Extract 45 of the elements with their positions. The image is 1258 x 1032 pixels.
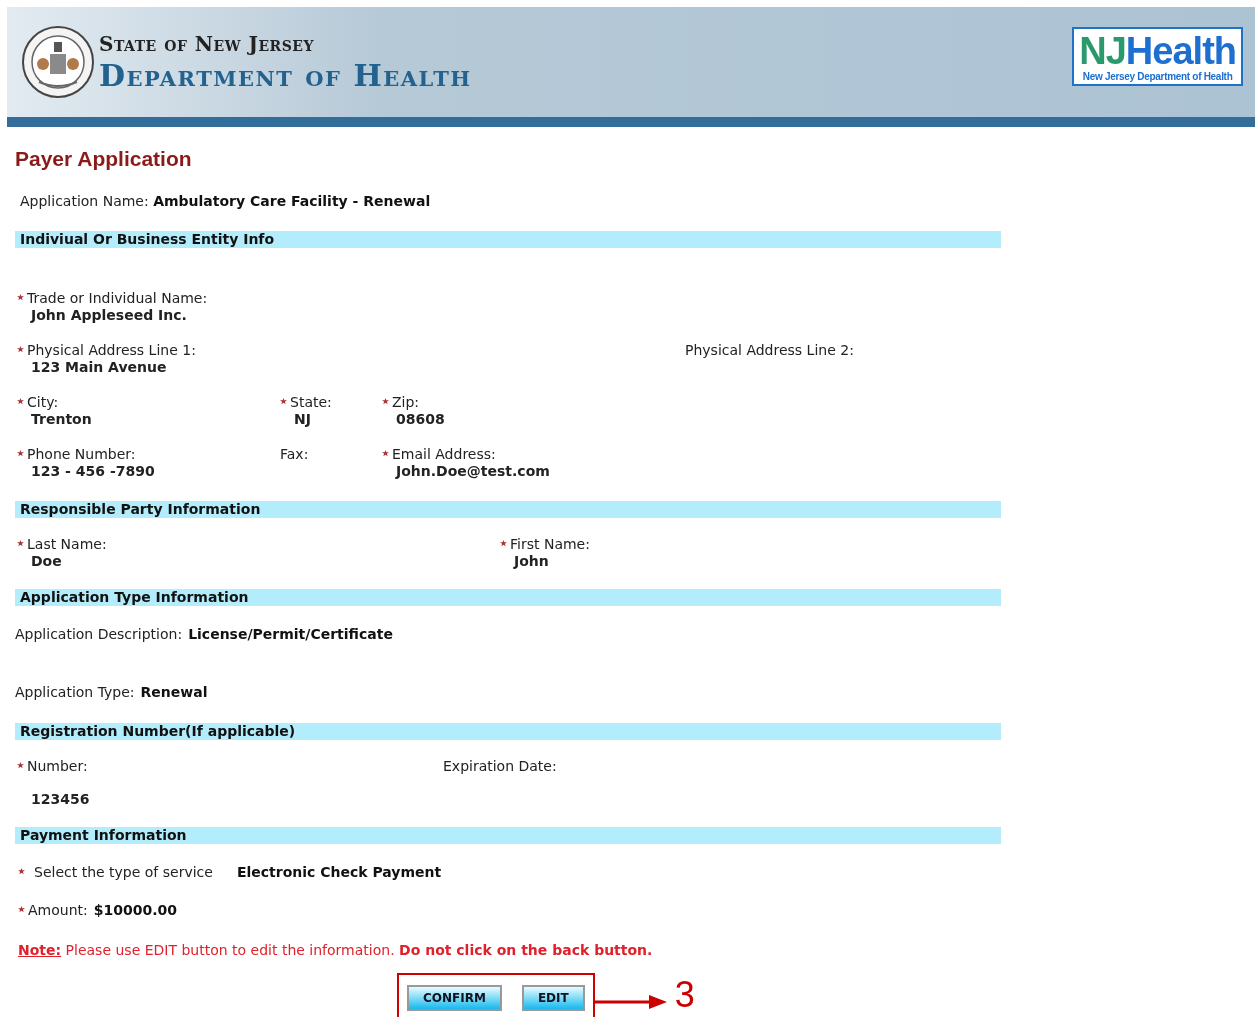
confirm-button[interactable]: CONFIRM [407,985,502,1011]
field-value: John.Doe@test.com [394,463,551,480]
field-value: John [512,553,550,570]
field-label: Physical Address Line 1: [27,342,196,358]
field-value: 123 Main Avenue [30,359,168,376]
edit-button[interactable]: EDIT [521,985,585,1011]
field-value: Doe [30,553,63,570]
field-value: Electronic Check Payment [236,864,442,881]
field-label: Phone Number: [27,446,136,462]
field-value: Renewal [140,684,208,701]
section-header: Indiviual Or Business Entity Info [15,231,1001,248]
field-value: NJ [293,411,312,428]
field-label: Trade or Individual Name: [27,290,208,306]
field-value: 123 - 456 -7890 [30,463,156,480]
step-number: 3 [674,977,695,1013]
field-label: Amount: [28,902,88,918]
field-label: Application Description: [15,626,183,642]
field-value: Trenton [30,411,93,428]
field-value: John Appleseed Inc. [29,307,188,324]
application-name: Application Name: Ambulatory Care Facility - Renewal [19,193,432,210]
field-label: Select the type of service [34,864,213,880]
field-label: State: [290,394,332,410]
field-label: Application Type: [15,684,135,700]
section-header: Application Type Information [15,589,1001,606]
field-value: 123456 [30,791,91,808]
section-header: Payment Information [15,827,1001,844]
page-title: Payer Application [15,147,193,171]
field-label: City: [27,394,59,410]
field-label: Email Address: [392,446,496,462]
field-label: Number: [27,758,88,774]
department-name: Department of Health [99,57,472,93]
note-text: Note: Please use EDIT button to edit the information. Do not click on the back button. [18,942,654,959]
field-label: Last Name: [27,536,107,552]
field-value: $10000.00 [93,902,177,919]
field-label: Zip: [392,394,420,410]
field-value: 08608 [395,411,446,428]
health-logo: NJHealth New Jersey Department of Health [1072,26,1243,86]
state-name: State of New Jersey [99,31,316,56]
field-label: Expiration Date: [443,758,557,774]
field-label: First Name: [510,536,590,552]
field-label: Fax: [280,446,309,462]
section-header: Responsible Party Information [15,501,1001,518]
field-label: Physical Address Line 2: [685,342,854,358]
section-header: Registration Number(If applicable) [15,723,1001,740]
field-value: License/Permit/Certificate [188,626,393,643]
